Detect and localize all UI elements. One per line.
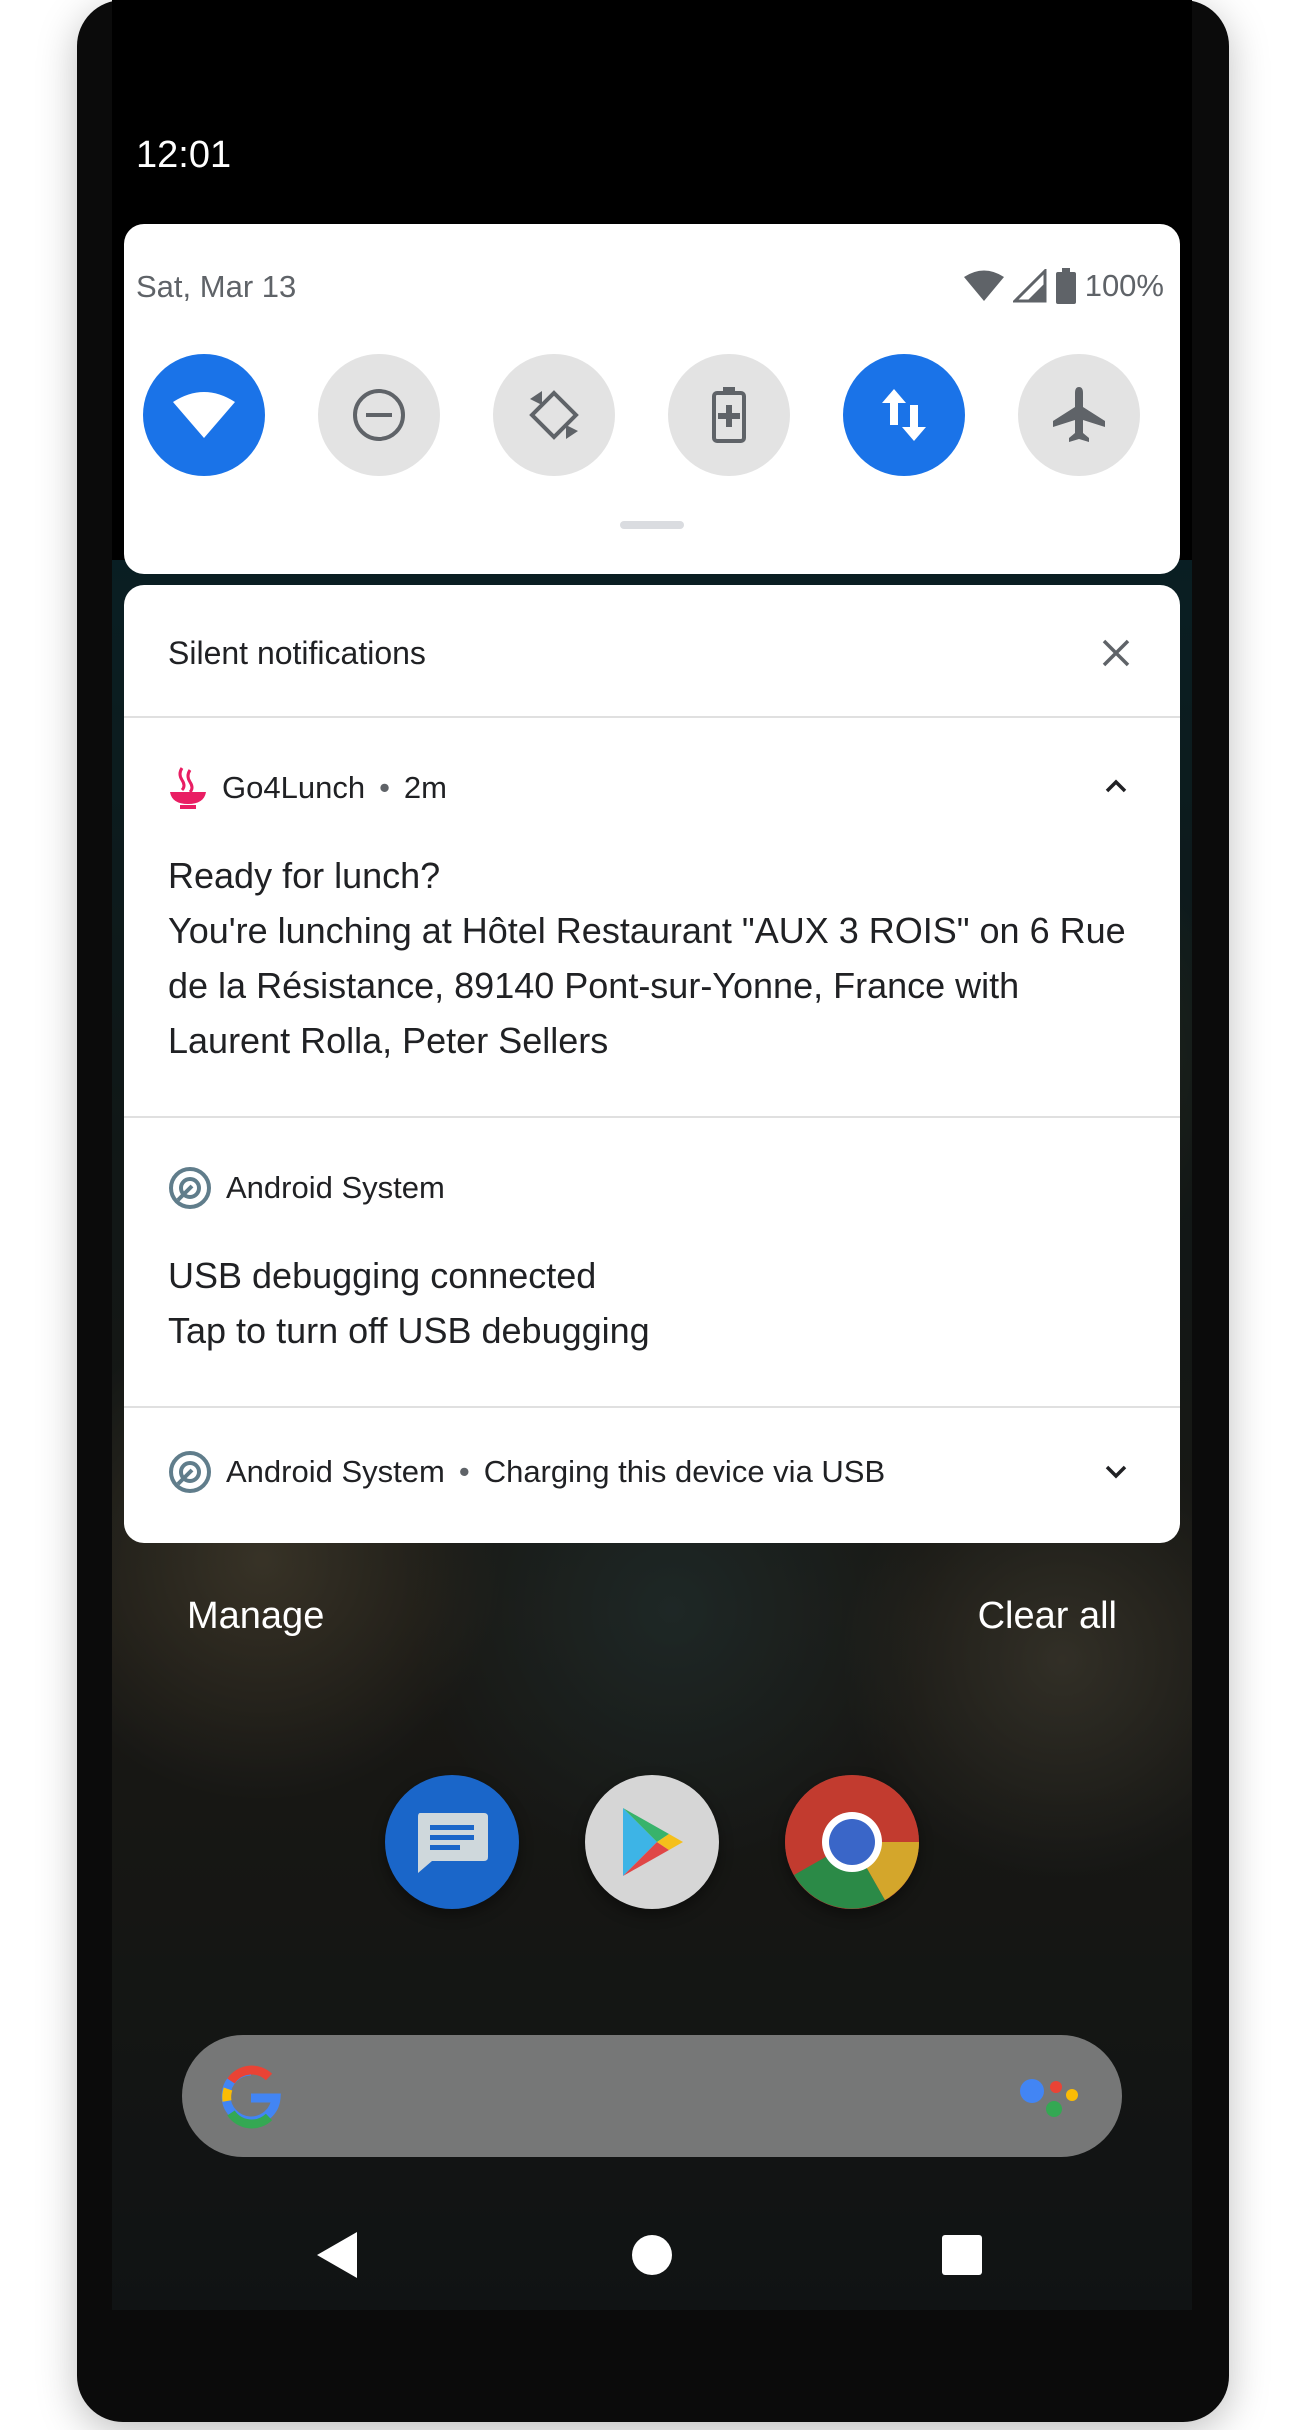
recents-button[interactable]	[932, 2225, 992, 2285]
battery-saver-icon	[712, 387, 746, 443]
qs-drag-handle[interactable]	[620, 521, 684, 529]
airplane-mode-tile[interactable]	[1018, 354, 1140, 476]
app-name: Android System	[226, 1454, 445, 1489]
auto-rotate-tile[interactable]	[493, 354, 615, 476]
battery-saver-tile[interactable]	[668, 354, 790, 476]
chrome-app[interactable]	[785, 1775, 919, 1909]
phone-screen: 12:01 Sat, Mar 13 100% Silent notificati…	[112, 0, 1192, 2310]
qs-date[interactable]: Sat, Mar 13	[136, 269, 296, 305]
silent-notifications-header: Silent notifications	[124, 585, 1180, 718]
notification-go4lunch[interactable]: Go4Lunch • 2m Ready for lunch? You're lu…	[124, 718, 1180, 1118]
home-icon	[632, 2235, 672, 2275]
notification-content: Ready for lunch? You're lunching at Hôte…	[168, 848, 1128, 1068]
notification-content: USB debugging connected Tap to turn off …	[168, 1248, 1128, 1358]
dismiss-silent-button[interactable]	[1096, 633, 1136, 673]
notification-header: Android System • Charging this device vi…	[168, 1450, 885, 1494]
manage-button[interactable]: Manage	[187, 1595, 324, 1638]
notification-text: Tap to turn off USB debugging	[168, 1310, 650, 1351]
qs-status-icons: 100%	[963, 268, 1164, 304]
expand-button[interactable]	[1096, 1452, 1136, 1492]
android-system-icon	[169, 1167, 211, 1209]
chrome-icon	[785, 1775, 919, 1909]
notification-charging-usb[interactable]: Android System • Charging this device vi…	[124, 1408, 1180, 1543]
notification-summary: Charging this device via USB	[483, 1454, 886, 1489]
recents-icon	[942, 2235, 982, 2275]
notification-usb-debugging[interactable]: Android System USB debugging connected T…	[124, 1118, 1180, 1408]
notification-header: Go4Lunch • 2m	[168, 766, 447, 810]
google-search-bar[interactable]	[182, 2035, 1122, 2157]
notification-shade: Silent notifications Go4Lunch • 2m Ready…	[124, 585, 1180, 1543]
section-title: Silent notifications	[168, 635, 426, 671]
clear-all-button[interactable]: Clear all	[978, 1595, 1117, 1638]
app-name: Go4Lunch	[222, 770, 366, 805]
do-not-disturb-icon	[353, 389, 405, 441]
chevron-down-icon	[1105, 1465, 1127, 1479]
wifi-icon	[173, 392, 235, 438]
google-assistant-icon[interactable]	[1018, 2073, 1082, 2123]
messages-app[interactable]	[385, 1775, 519, 1909]
chevron-up-icon	[1105, 779, 1127, 793]
close-icon	[1102, 639, 1130, 667]
notification-time: 2m	[403, 770, 447, 805]
google-g-icon	[221, 2065, 281, 2129]
navigation-bar	[112, 2195, 1192, 2305]
messages-icon	[418, 1813, 488, 1873]
collapse-button[interactable]	[1096, 766, 1136, 806]
airplane-mode-icon	[1053, 387, 1105, 442]
home-button[interactable]	[622, 2225, 682, 2285]
mobile-data-icon	[882, 389, 926, 441]
wifi-signal-icon	[963, 270, 1004, 301]
cell-signal-icon	[1012, 269, 1047, 303]
do-not-disturb-tile[interactable]	[318, 354, 440, 476]
notification-title: USB debugging connected	[168, 1255, 597, 1296]
play-store-icon	[623, 1808, 683, 1876]
back-icon	[317, 2232, 357, 2278]
mobile-data-tile[interactable]	[843, 354, 965, 476]
back-button[interactable]	[307, 2225, 367, 2285]
go4lunch-bowl-icon	[170, 767, 206, 809]
notification-header: Android System	[168, 1166, 445, 1210]
quick-settings-panel: Sat, Mar 13 100%	[124, 224, 1180, 574]
android-system-icon	[169, 1451, 211, 1493]
notification-title: Ready for lunch?	[168, 855, 441, 896]
notification-text: You're lunching at Hôtel Restaurant "AUX…	[168, 910, 1126, 1061]
play-store-app[interactable]	[585, 1775, 719, 1909]
battery-percentage: 100%	[1084, 268, 1164, 303]
battery-icon	[1055, 268, 1076, 304]
status-bar-time: 12:01	[136, 134, 232, 176]
app-name: Android System	[226, 1170, 445, 1205]
auto-rotate-icon	[529, 390, 579, 440]
wifi-tile[interactable]	[143, 354, 265, 476]
